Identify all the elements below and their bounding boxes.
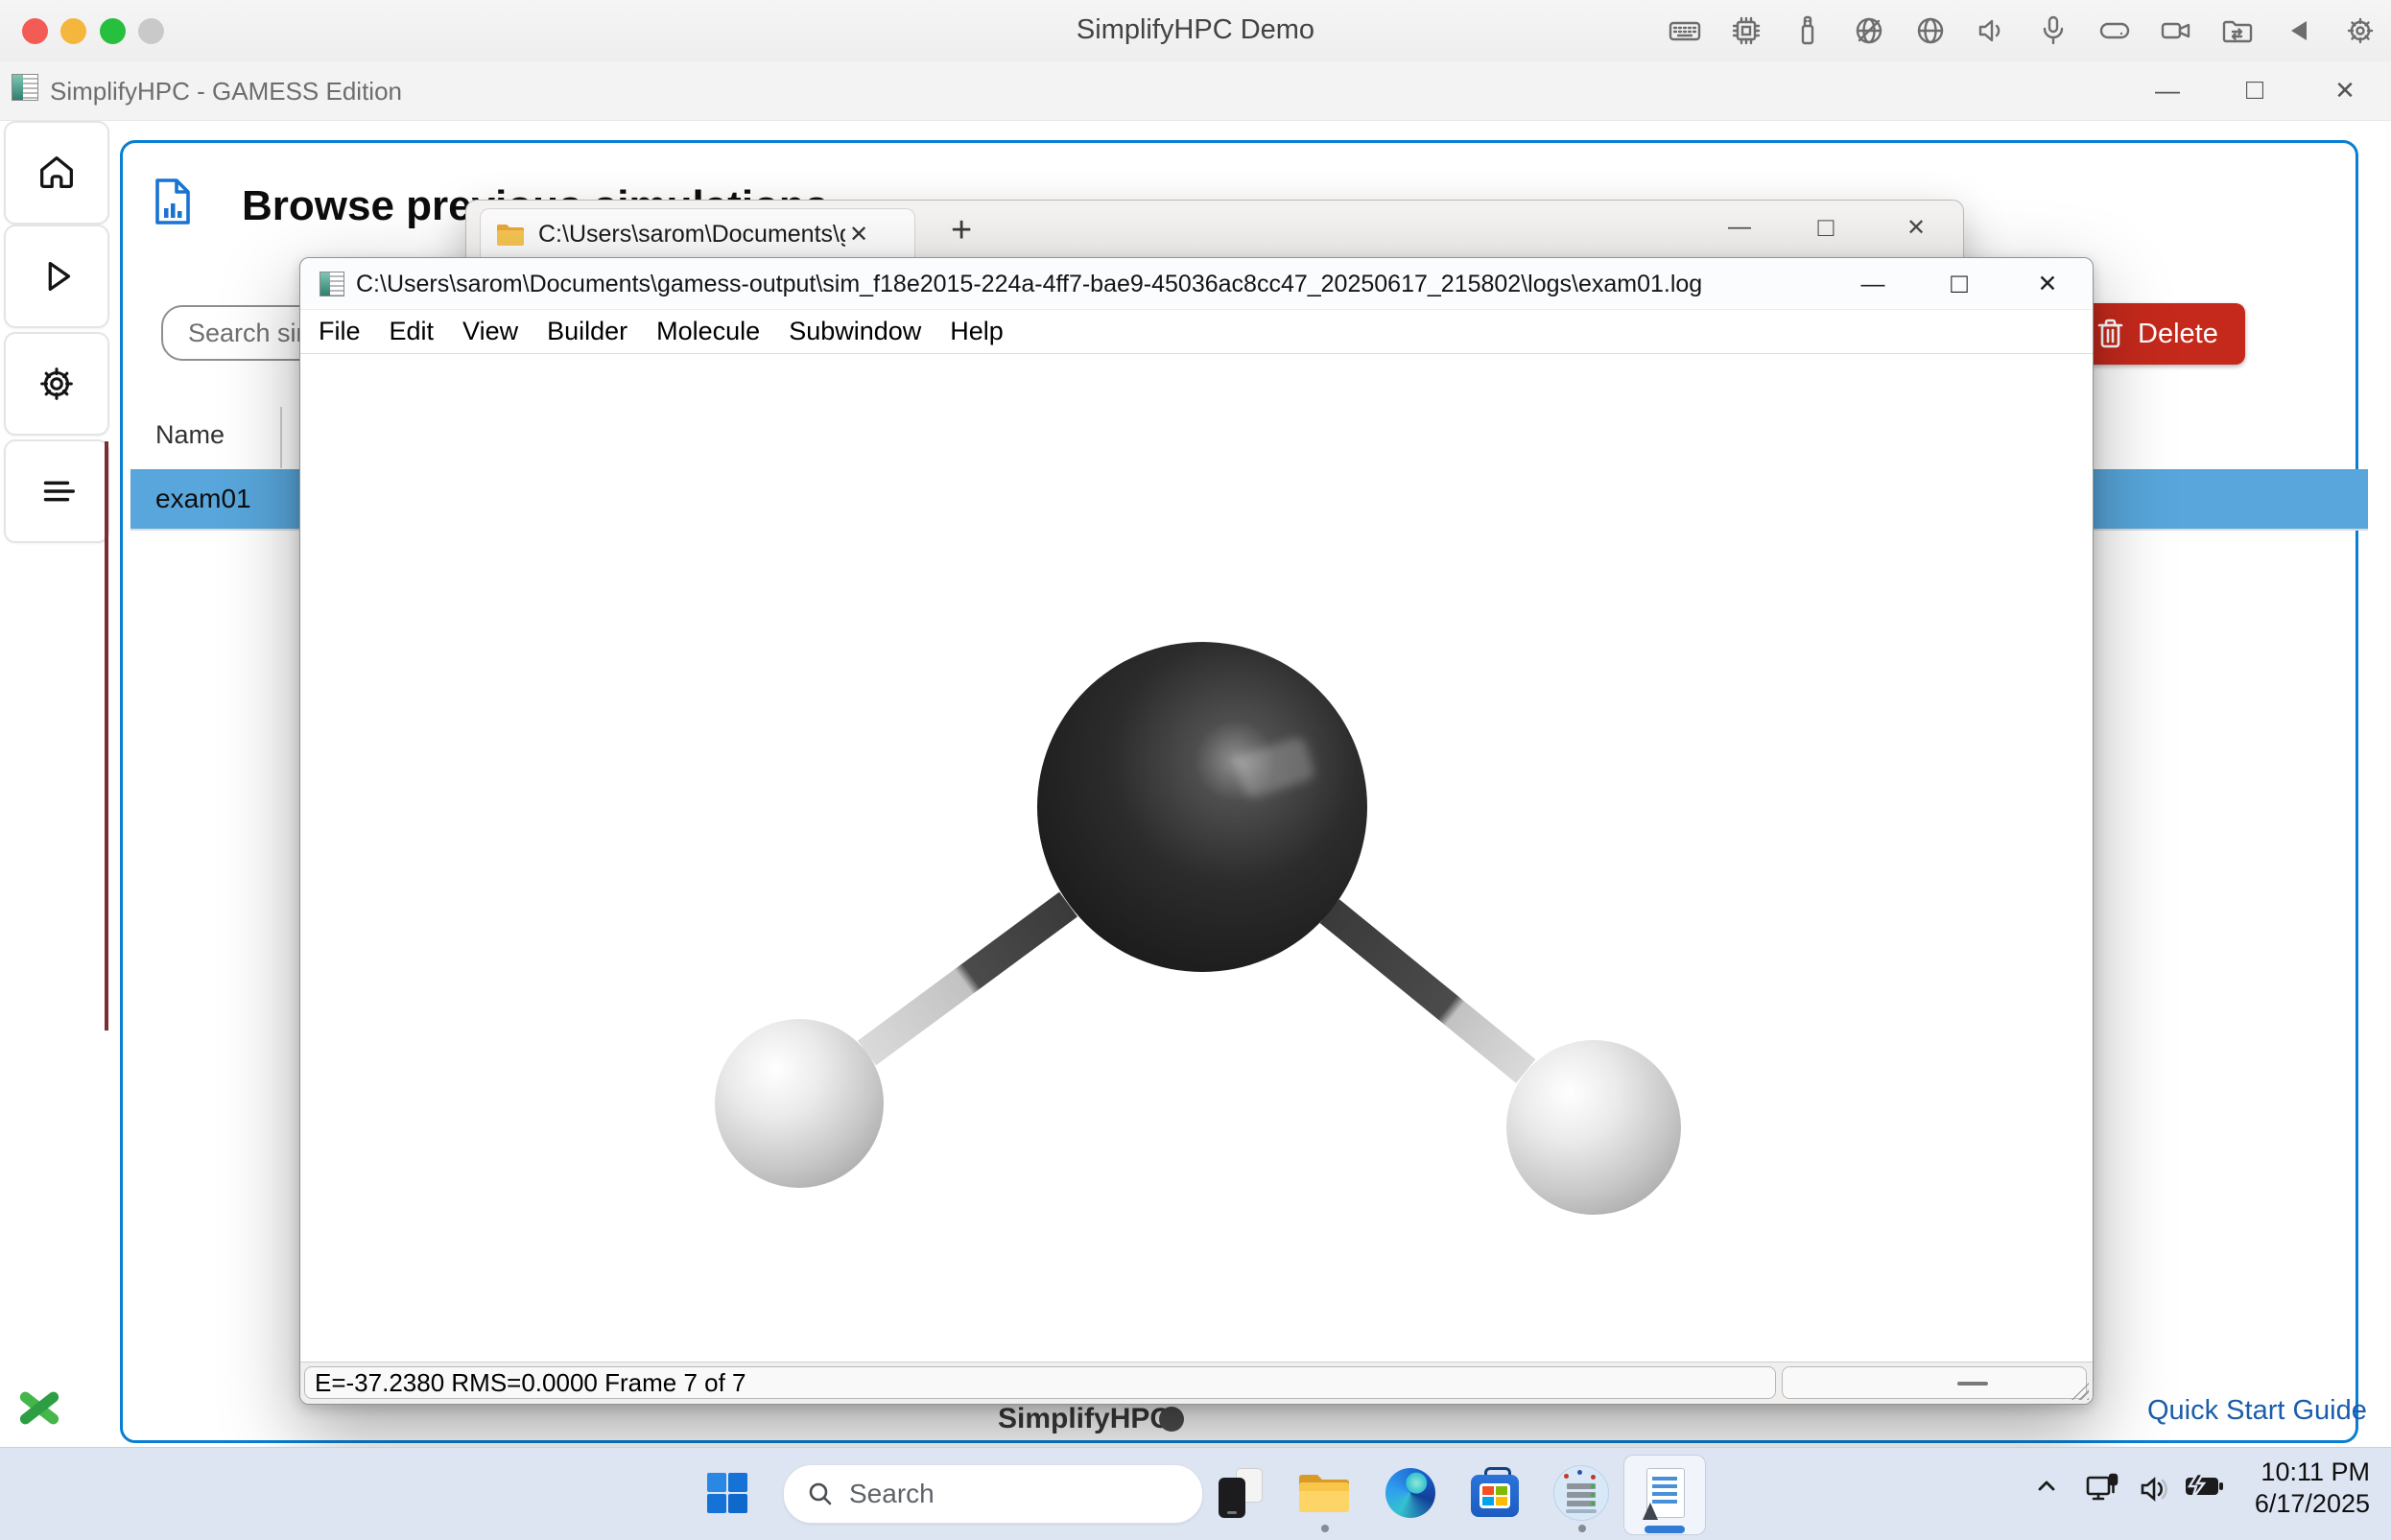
molecule-status-bar: E=-37.2380 RMS=0.0000 Frame 7 of 7 <box>300 1362 2093 1404</box>
explorer-new-tab-button[interactable]: + <box>951 210 972 251</box>
clock-date: 6/17/2025 <box>2232 1488 2370 1520</box>
explorer-minimize-button[interactable]: — <box>1718 206 1761 249</box>
globe-disabled-icon[interactable] <box>1852 13 1886 48</box>
explorer-tab[interactable]: C:\Users\sarom\Documents\ga ✕ <box>480 208 915 260</box>
status-slider-dash[interactable] <box>1957 1382 1988 1386</box>
tray-network-icon[interactable] <box>2084 1470 2122 1508</box>
atom-hydrogen-right[interactable] <box>1506 1040 1681 1215</box>
explorer-tab-title: C:\Users\sarom\Documents\ga <box>538 221 845 249</box>
active-app-pill <box>1645 1526 1685 1533</box>
tray-chevron-up-icon[interactable] <box>2030 1470 2063 1503</box>
globe-icon[interactable] <box>1913 13 1948 48</box>
app-window-title: SimplifyHPC - GAMESS Edition <box>50 77 402 107</box>
sidebar-accent-line <box>105 441 108 1031</box>
microsoft-store-icon[interactable] <box>1464 1458 1526 1528</box>
app-maximize-button[interactable]: □ <box>2233 68 2277 112</box>
phone-link-icon[interactable] <box>1209 1458 1270 1528</box>
molecule-canvas[interactable] <box>300 354 2093 1363</box>
molplt-taskbar-icon[interactable] <box>1635 1458 1696 1528</box>
sidebar-item-settings[interactable] <box>4 332 109 436</box>
column-header-name[interactable]: Name <box>155 420 225 450</box>
menu-edit[interactable]: Edit <box>384 315 440 348</box>
shared-folder-icon[interactable] <box>2220 13 2255 48</box>
simulations-document-icon <box>154 177 192 226</box>
home-icon <box>35 151 79 195</box>
menu-file[interactable]: File <box>313 315 367 348</box>
app-close-button[interactable]: ✕ <box>2323 68 2367 112</box>
clock-time: 10:11 PM <box>2232 1457 2370 1488</box>
delete-button[interactable]: Delete <box>2071 303 2245 365</box>
explorer-close-button[interactable]: ✕ <box>1895 206 1937 249</box>
menu-icon <box>35 469 79 513</box>
footer-brand-text: SimplifyHPC <box>998 1403 1171 1435</box>
microphone-icon[interactable] <box>2036 13 2071 48</box>
folder-icon <box>496 224 525 247</box>
molecule-menu-bar: File Edit View Builder Molecule Subwindo… <box>300 310 2093 354</box>
status-panel-right <box>1782 1366 2087 1399</box>
edge-icon[interactable] <box>1380 1458 1441 1528</box>
status-panel-left: E=-37.2380 RMS=0.0000 Frame 7 of 7 <box>304 1366 1776 1399</box>
search-icon <box>807 1481 834 1507</box>
explorer-tab-close-icon[interactable]: ✕ <box>849 221 868 249</box>
usb-drive-icon[interactable] <box>1790 13 1825 48</box>
atom-carbon[interactable] <box>1037 642 1367 972</box>
menu-builder[interactable]: Builder <box>541 315 633 348</box>
sidebar-item-home[interactable] <box>4 121 109 225</box>
hard-drive-icon[interactable] <box>2097 13 2132 48</box>
bond-right <box>1320 899 1536 1083</box>
sidebar-item-run[interactable] <box>4 225 109 328</box>
explorer-running-dot <box>1321 1525 1329 1532</box>
delete-button-label: Delete <box>2138 319 2218 350</box>
menu-view[interactable]: View <box>457 315 524 348</box>
app-minimize-button[interactable]: — <box>2145 68 2190 112</box>
file-explorer-icon[interactable] <box>1293 1458 1355 1528</box>
gear-icon <box>35 362 79 406</box>
sidebar-item-menu[interactable] <box>4 439 109 543</box>
molplt-app-icon <box>320 272 344 296</box>
molecule-minimize-button[interactable]: — <box>1853 264 1893 304</box>
simplifyhpc-taskbar-icon[interactable] <box>1551 1458 1612 1528</box>
molecule-window-title-bar[interactable]: C:\Users\sarom\Documents\gamess-output\s… <box>300 258 2093 310</box>
play-icon <box>35 254 79 298</box>
video-camera-icon[interactable] <box>2159 13 2193 48</box>
taskbar-search[interactable]: Search <box>783 1464 1203 1524</box>
keyboard-icon[interactable] <box>1668 13 1702 48</box>
cpu-icon[interactable] <box>1729 13 1764 48</box>
vm-menu-bar: SimplifyHPC Demo <box>0 0 2391 62</box>
bond-left <box>858 892 1077 1066</box>
settings-gear-icon[interactable] <box>2343 13 2378 48</box>
atom-hydrogen-left[interactable] <box>715 1019 884 1188</box>
explorer-maximize-button[interactable]: □ <box>1805 206 1847 249</box>
simplifyhpc-logo-icon <box>15 1384 63 1432</box>
molecule-viewer-window: C:\Users\sarom\Documents\gamess-output\s… <box>299 257 2094 1405</box>
tray-volume-icon[interactable] <box>2136 1470 2174 1508</box>
menu-subwindow[interactable]: Subwindow <box>783 315 927 348</box>
column-separator[interactable] <box>280 407 282 468</box>
molecule-close-button[interactable]: ✕ <box>2027 264 2068 304</box>
footer-brand-mark <box>1159 1407 1184 1432</box>
menu-molecule[interactable]: Molecule <box>651 315 766 348</box>
app-icon <box>12 74 38 101</box>
simplifyhpc-running-dot <box>1578 1525 1586 1532</box>
playback-icon[interactable] <box>2282 13 2316 48</box>
volume-icon[interactable] <box>1975 13 2009 48</box>
trash-icon <box>2097 319 2123 349</box>
app-title-bar: SimplifyHPC - GAMESS Edition — □ ✕ <box>0 61 2391 121</box>
taskbar-clock[interactable]: 10:11 PM 6/17/2025 <box>2232 1457 2370 1520</box>
menu-help[interactable]: Help <box>944 315 1009 348</box>
status-text: E=-37.2380 RMS=0.0000 Frame 7 of 7 <box>315 1368 746 1398</box>
quick-start-guide-link[interactable]: Quick Start Guide <box>2147 1395 2367 1427</box>
molecule-window-title: C:\Users\sarom\Documents\gamess-output\s… <box>356 271 1702 298</box>
tray-battery-icon[interactable] <box>2182 1470 2226 1503</box>
start-button[interactable] <box>697 1458 758 1528</box>
row-name-cell: exam01 <box>155 484 251 514</box>
molecule-maximize-button[interactable]: □ <box>1939 264 1979 304</box>
windows-logo-icon <box>705 1471 749 1515</box>
taskbar-search-placeholder: Search <box>849 1479 935 1509</box>
